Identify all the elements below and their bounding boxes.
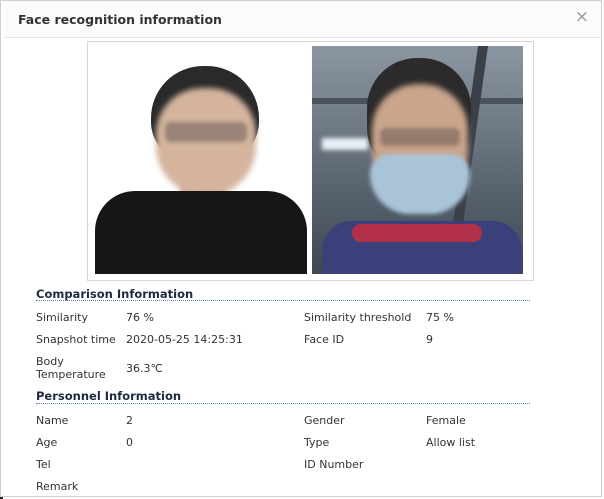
similarity-label: Similarity [36,311,89,324]
comparison-divider [36,300,530,301]
dialog-header: Face recognition information × [4,1,601,38]
similarity-threshold-label: Similarity threshold [304,311,412,324]
face-id-label: Face ID [304,333,345,346]
remark-label: Remark [36,480,79,493]
comparison-heading: Comparison Information [36,287,194,301]
name-value: 2 [126,414,133,427]
tel-label: Tel [36,458,51,471]
snapshot-face-photo [312,46,523,274]
type-value: Allow list [426,436,476,449]
similarity-threshold-value: 75 % [426,311,454,324]
similarity-value: 76 % [126,311,154,324]
name-label: Name [36,414,69,427]
gender-value: Female [426,414,466,427]
type-label: Type [304,436,330,449]
close-icon[interactable]: × [575,8,589,26]
dialog-title: Face recognition information [18,12,222,27]
gender-label: Gender [304,414,345,427]
personnel-heading: Personnel Information [36,389,182,403]
body-temperature-value: 36.3℃ [126,362,163,375]
snapshot-time-value: 2020-05-25 14:25:31 [126,333,243,346]
registered-face-photo [95,46,307,274]
age-value: 0 [126,436,133,449]
body-temperature-label: Body Temperature [36,355,106,381]
face-id-value: 9 [426,333,433,346]
personnel-divider [36,403,530,404]
age-label: Age [36,436,58,449]
id-number-label: ID Number [304,458,364,471]
snapshot-time-label: Snapshot time [36,333,116,346]
